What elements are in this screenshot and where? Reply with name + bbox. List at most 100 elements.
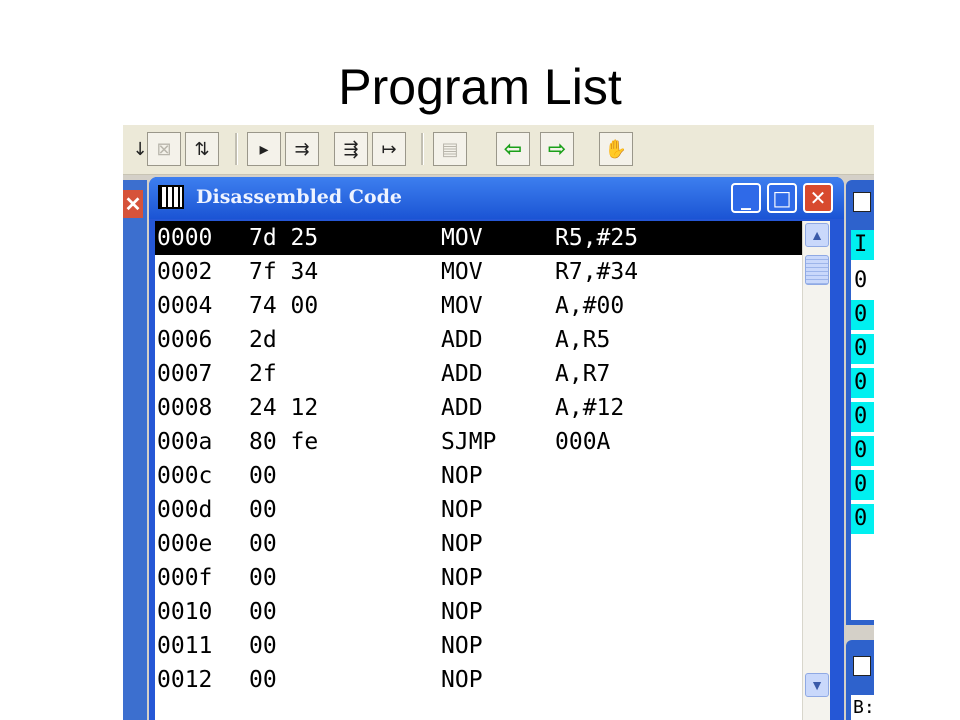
code-mnemonic: NOP — [441, 667, 483, 693]
code-address: 0002 — [157, 259, 213, 285]
right-window-row: 0 — [851, 368, 874, 398]
scroll-down-button[interactable]: ▼ — [805, 673, 829, 697]
code-line[interactable]: 0006 2d ADD A,R5 — [155, 323, 802, 357]
window-border — [830, 221, 844, 720]
code-listing: 0000 7d 25 MOV R5,#25 0002 7f 34 MOV R7,… — [155, 221, 802, 720]
right-window-fragment: I 0 0 0 0 0 0 0 0 — [846, 180, 874, 625]
disabled-grid-icon[interactable]: ⊠ — [147, 132, 181, 166]
code-line[interactable]: 0010 00 NOP — [155, 595, 802, 629]
code-address: 0012 — [157, 667, 213, 693]
toolbar-separator — [235, 133, 238, 165]
code-operands: A,R7 — [555, 361, 611, 387]
right-window-row: 0 — [854, 268, 868, 293]
window-title: Disassembled Code — [196, 186, 402, 208]
code-mnemonic: NOP — [441, 531, 483, 557]
code-address: 000e — [157, 531, 213, 557]
maximize-button[interactable]: □ — [767, 183, 797, 213]
code-line[interactable]: 0002 7f 34 MOV R7,#34 — [155, 255, 802, 289]
right-window-content: I 0 0 0 0 0 0 0 0 — [851, 230, 874, 620]
code-operands: A,R5 — [555, 327, 611, 353]
code-address: 000c — [157, 463, 213, 489]
code-address: 0011 — [157, 633, 213, 659]
scroll-thumb[interactable] — [805, 255, 829, 285]
slide-title: Program List — [338, 59, 622, 115]
code-address: 0000 — [157, 225, 213, 251]
code-line[interactable]: 000d 00 NOP — [155, 493, 802, 527]
code-bytes: 7f 34 — [249, 259, 319, 285]
code-line[interactable]: 000a 80 fe SJMP 000A — [155, 425, 802, 459]
toolbar: ↓ ⊠ ⇅ ▸ ⇉ ⇶ ↦ ▤ ⇦ ⇨ ✋ — [123, 125, 874, 175]
code-mnemonic: MOV — [441, 225, 483, 251]
code-address: 0004 — [157, 293, 213, 319]
code-line[interactable]: 000f 00 NOP — [155, 561, 802, 595]
code-bytes: 74 00 — [249, 293, 319, 319]
code-operands: 000A — [555, 429, 611, 455]
vertical-scrollbar[interactable]: ▲ ▼ — [802, 221, 831, 720]
code-mnemonic: ADD — [441, 361, 483, 387]
code-address: 0008 — [157, 395, 213, 421]
code-mnemonic: NOP — [441, 565, 483, 591]
code-mnemonic: MOV — [441, 293, 483, 319]
close-button[interactable]: ✕ — [803, 183, 833, 213]
right-window-lower-content: B: — [851, 695, 874, 720]
code-bytes: 7d 25 — [249, 225, 319, 251]
code-line[interactable]: 0000 7d 25 MOV R5,#25 — [155, 221, 802, 255]
code-mnemonic: MOV — [441, 259, 483, 285]
code-operands: R7,#34 — [555, 259, 639, 285]
left-window-fragment — [123, 180, 147, 720]
left-window-close-button[interactable]: ✕ — [123, 190, 143, 218]
minimize-button[interactable]: _ — [731, 183, 761, 213]
code-address: 0007 — [157, 361, 213, 387]
code-mnemonic: NOP — [441, 463, 483, 489]
window-grid-icon — [853, 192, 871, 212]
code-mnemonic: SJMP — [441, 429, 497, 455]
run-icon[interactable]: ▸ — [247, 132, 281, 166]
right-window-row: 0 — [851, 470, 874, 500]
code-line[interactable]: 0007 2f ADD A,R7 — [155, 357, 802, 391]
code-bytes: 00 — [249, 633, 277, 659]
window-grid-icon — [158, 185, 184, 209]
code-address: 0010 — [157, 599, 213, 625]
code-line[interactable]: 0011 00 NOP — [155, 629, 802, 663]
code-bytes: 80 fe — [249, 429, 319, 455]
code-bytes: 2d — [249, 327, 277, 353]
hand-icon[interactable]: ✋ — [599, 132, 633, 166]
code-address: 000d — [157, 497, 213, 523]
code-bytes: 00 — [249, 565, 277, 591]
code-bytes: 00 — [249, 463, 277, 489]
disabled-page-icon[interactable]: ▤ — [433, 132, 467, 166]
code-line[interactable]: 0004 74 00 MOV A,#00 — [155, 289, 802, 323]
code-bytes: 24 12 — [249, 395, 319, 421]
right-window-row: 0 — [851, 504, 874, 534]
toolbar-separator — [421, 133, 424, 165]
code-bytes: 00 — [249, 531, 277, 557]
step-out-icon[interactable]: ⇶ — [334, 132, 368, 166]
code-line[interactable]: 000e 00 NOP — [155, 527, 802, 561]
right-window-row: 0 — [851, 300, 874, 330]
disassembled-code-window: Disassembled Code _ □ ✕ 0000 7d 25 MOV R… — [149, 177, 844, 720]
code-operands: R5,#25 — [555, 225, 639, 251]
code-mnemonic: ADD — [441, 327, 483, 353]
run-to-cursor-icon[interactable]: ↦ — [372, 132, 406, 166]
reset-icon[interactable]: ⇅ — [185, 132, 219, 166]
scroll-up-button[interactable]: ▲ — [805, 223, 829, 247]
code-mnemonic: NOP — [441, 497, 483, 523]
debugger-screenshot: ↓ ⊠ ⇅ ▸ ⇉ ⇶ ↦ ▤ ⇦ ⇨ ✋ ✕ I 0 0 0 0 0 0 0 … — [123, 125, 874, 720]
code-mnemonic: NOP — [441, 633, 483, 659]
code-line[interactable]: 0008 24 12 ADD A,#12 — [155, 391, 802, 425]
code-line[interactable]: 000c 00 NOP — [155, 459, 802, 493]
code-line[interactable]: 0012 00 NOP — [155, 663, 802, 697]
code-operands: A,#00 — [555, 293, 625, 319]
code-mnemonic: NOP — [441, 599, 483, 625]
right-window-row: I — [851, 230, 874, 260]
code-operands: A,#12 — [555, 395, 625, 421]
window-titlebar[interactable]: Disassembled Code _ □ ✕ — [149, 177, 844, 219]
back-arrow-icon[interactable]: ⇦ — [496, 132, 530, 166]
code-mnemonic: ADD — [441, 395, 483, 421]
right-window-row: 0 — [851, 402, 874, 432]
step-over-icon[interactable]: ⇉ — [285, 132, 319, 166]
code-bytes: 2f — [249, 361, 277, 387]
right-window-row: 0 — [851, 436, 874, 466]
forward-arrow-icon[interactable]: ⇨ — [540, 132, 574, 166]
code-bytes: 00 — [249, 497, 277, 523]
